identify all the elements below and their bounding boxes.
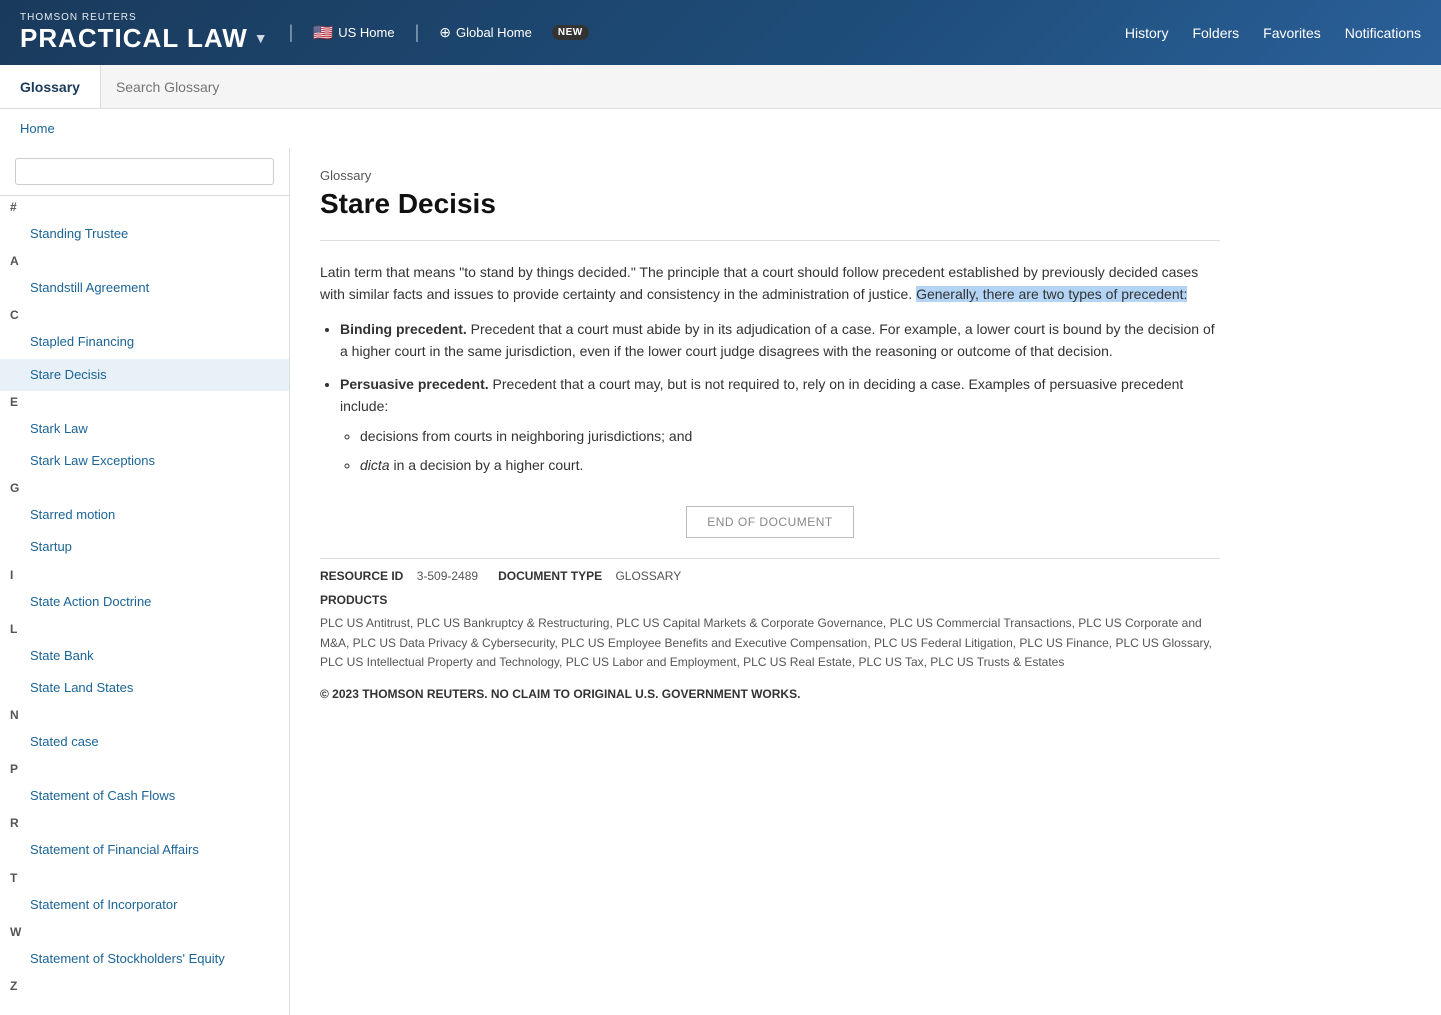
sidebar-item-statement-stockholders[interactable]: Statement of Stockholders' Equity [0, 943, 289, 975]
products-section: PRODUCTS PLC US Antitrust, PLC US Bankru… [320, 591, 1220, 672]
highlight-text: Generally, there are two types of preced… [916, 286, 1187, 302]
brand-sub: THOMSON REUTERS [20, 12, 269, 23]
sidebar-letter-hash: # [0, 196, 289, 218]
content-intro: Latin term that means "to stand by thing… [320, 261, 1220, 306]
nav-right: History Folders Favorites Notifications [1125, 25, 1421, 41]
sidebar-letter-e: E [0, 391, 289, 413]
doc-type-value: GLOSSARY [615, 569, 681, 583]
products-value: PLC US Antitrust, PLC US Bankruptcy & Re… [320, 616, 1212, 668]
sidebar-top [0, 148, 289, 196]
sidebar-letter-n: N [0, 704, 289, 726]
sidebar-letter-r: R [0, 812, 289, 834]
folders-link[interactable]: Folders [1192, 25, 1239, 41]
sidebar-item-statement-incorporator[interactable]: Statement of Incorporator [0, 889, 289, 921]
dicta-italic: dicta [360, 457, 390, 473]
end-of-doc-button: END OF DOCUMENT [686, 506, 854, 538]
brand-main[interactable]: PRACTICAL LAW ▼ [20, 23, 269, 54]
sidebar-item-statement-cash-flows[interactable]: Statement of Cash Flows [0, 780, 289, 812]
sidebar-item-stark-law[interactable]: Stark Law [0, 413, 289, 445]
sidebar-item-stapled[interactable]: Stapled Financing [0, 326, 289, 358]
history-link[interactable]: History [1125, 25, 1169, 41]
search-bar: Glossary [0, 65, 1441, 109]
main-content: Glossary Stare Decisis Latin term that m… [290, 148, 1250, 1015]
meta-resource: RESOURCE ID 3-509-2489 DOCUMENT TYPE GLO… [320, 569, 1220, 583]
us-flag-icon: 🇺🇸 [313, 23, 333, 43]
new-badge: NEW [552, 25, 589, 40]
sub-bullets: decisions from courts in neighboring jur… [360, 425, 1220, 476]
sidebar-letter-l: L [0, 618, 289, 640]
globe-icon: ⊕ [439, 24, 451, 41]
main-layout: # Standing Trustee A Standstill Agreemen… [0, 148, 1441, 1015]
sidebar-item-state-bank[interactable]: State Bank [0, 640, 289, 672]
content-label: Glossary [320, 168, 1220, 183]
sidebar-letter-a: A [0, 250, 289, 272]
sub-bullet-2-post: in a decision by a higher court. [390, 457, 584, 473]
main-bullets: Binding precedent. Precedent that a cour… [340, 318, 1220, 476]
sidebar-item-stare-decisis[interactable]: Stare Decisis [0, 359, 289, 391]
brand-main-text: PRACTICAL LAW [20, 23, 248, 54]
bullet-persuasive: Persuasive precedent. Precedent that a c… [340, 373, 1220, 477]
bullet-binding-text: Precedent that a court must abide by in … [340, 321, 1215, 359]
glossary-tab[interactable]: Glossary [0, 65, 101, 108]
top-nav: THOMSON REUTERS PRACTICAL LAW ▼ | 🇺🇸 US … [0, 0, 1441, 65]
sidebar-item-state-action[interactable]: State Action Doctrine [0, 586, 289, 618]
sidebar: # Standing Trustee A Standstill Agreemen… [0, 148, 290, 1015]
sub-bullet-2: dicta in a decision by a higher court. [360, 454, 1220, 476]
bullet-binding: Binding precedent. Precedent that a cour… [340, 318, 1220, 363]
us-home-label: US Home [338, 25, 394, 40]
content-divider [320, 240, 1220, 241]
sidebar-item-stark-law-exceptions[interactable]: Stark Law Exceptions [0, 445, 289, 477]
search-input-wrapper [101, 65, 1441, 108]
notifications-link[interactable]: Notifications [1345, 25, 1421, 41]
resource-id-label: RESOURCE ID [320, 569, 403, 583]
favorites-link[interactable]: Favorites [1263, 25, 1321, 41]
sidebar-item-state-land[interactable]: State Land States [0, 672, 289, 704]
sidebar-item-standstill[interactable]: Standstill Agreement [0, 272, 289, 304]
sidebar-items: # Standing Trustee A Standstill Agreemen… [0, 196, 289, 997]
resource-id-value: 3-509-2489 [417, 569, 478, 583]
doc-type-label: DOCUMENT TYPE [498, 569, 602, 583]
sidebar-letter-w: W [0, 921, 289, 943]
sidebar-item-startup[interactable]: Startup [0, 531, 289, 563]
us-home-link[interactable]: 🇺🇸 US Home [313, 23, 394, 43]
sidebar-letter-g: G [0, 477, 289, 499]
sidebar-item-stated-case[interactable]: Stated case [0, 726, 289, 758]
sub-bullet-1: decisions from courts in neighboring jur… [360, 425, 1220, 447]
bullet-binding-term: Binding precedent. [340, 321, 467, 337]
copyright: © 2023 THOMSON REUTERS. NO CLAIM TO ORIG… [320, 687, 1220, 701]
sidebar-item-statement-financial[interactable]: Statement of Financial Affairs [0, 834, 289, 866]
end-of-doc: END OF DOCUMENT [320, 506, 1220, 538]
sidebar-letter-i: I [0, 564, 289, 586]
brand-chevron: ▼ [254, 30, 269, 46]
products-label: PRODUCTS [320, 591, 1220, 610]
sidebar-item-standing-trustee[interactable]: Standing Trustee [0, 218, 289, 250]
content-title: Stare Decisis [320, 188, 1220, 220]
bullet-persuasive-term: Persuasive precedent. [340, 376, 489, 392]
sidebar-letter-p: P [0, 758, 289, 780]
meta-divider [320, 558, 1220, 559]
sidebar-search-input[interactable] [15, 158, 274, 185]
global-home-link[interactable]: ⊕ Global Home [439, 24, 532, 41]
nav-divider: | [289, 22, 294, 43]
sidebar-letter-c: C [0, 304, 289, 326]
brand: THOMSON REUTERS PRACTICAL LAW ▼ [20, 12, 269, 54]
search-input[interactable] [116, 79, 1426, 95]
nav-divider-2: | [415, 22, 420, 43]
home-link[interactable]: Home [20, 121, 55, 136]
sidebar-letter-z: Z [0, 975, 289, 997]
breadcrumb: Home [0, 109, 1441, 148]
global-home-label: Global Home [456, 25, 532, 40]
nav-left: THOMSON REUTERS PRACTICAL LAW ▼ | 🇺🇸 US … [20, 12, 589, 54]
sidebar-letter-t: T [0, 867, 289, 889]
content-body: Latin term that means "to stand by thing… [320, 261, 1220, 476]
sidebar-item-starred-motion[interactable]: Starred motion [0, 499, 289, 531]
